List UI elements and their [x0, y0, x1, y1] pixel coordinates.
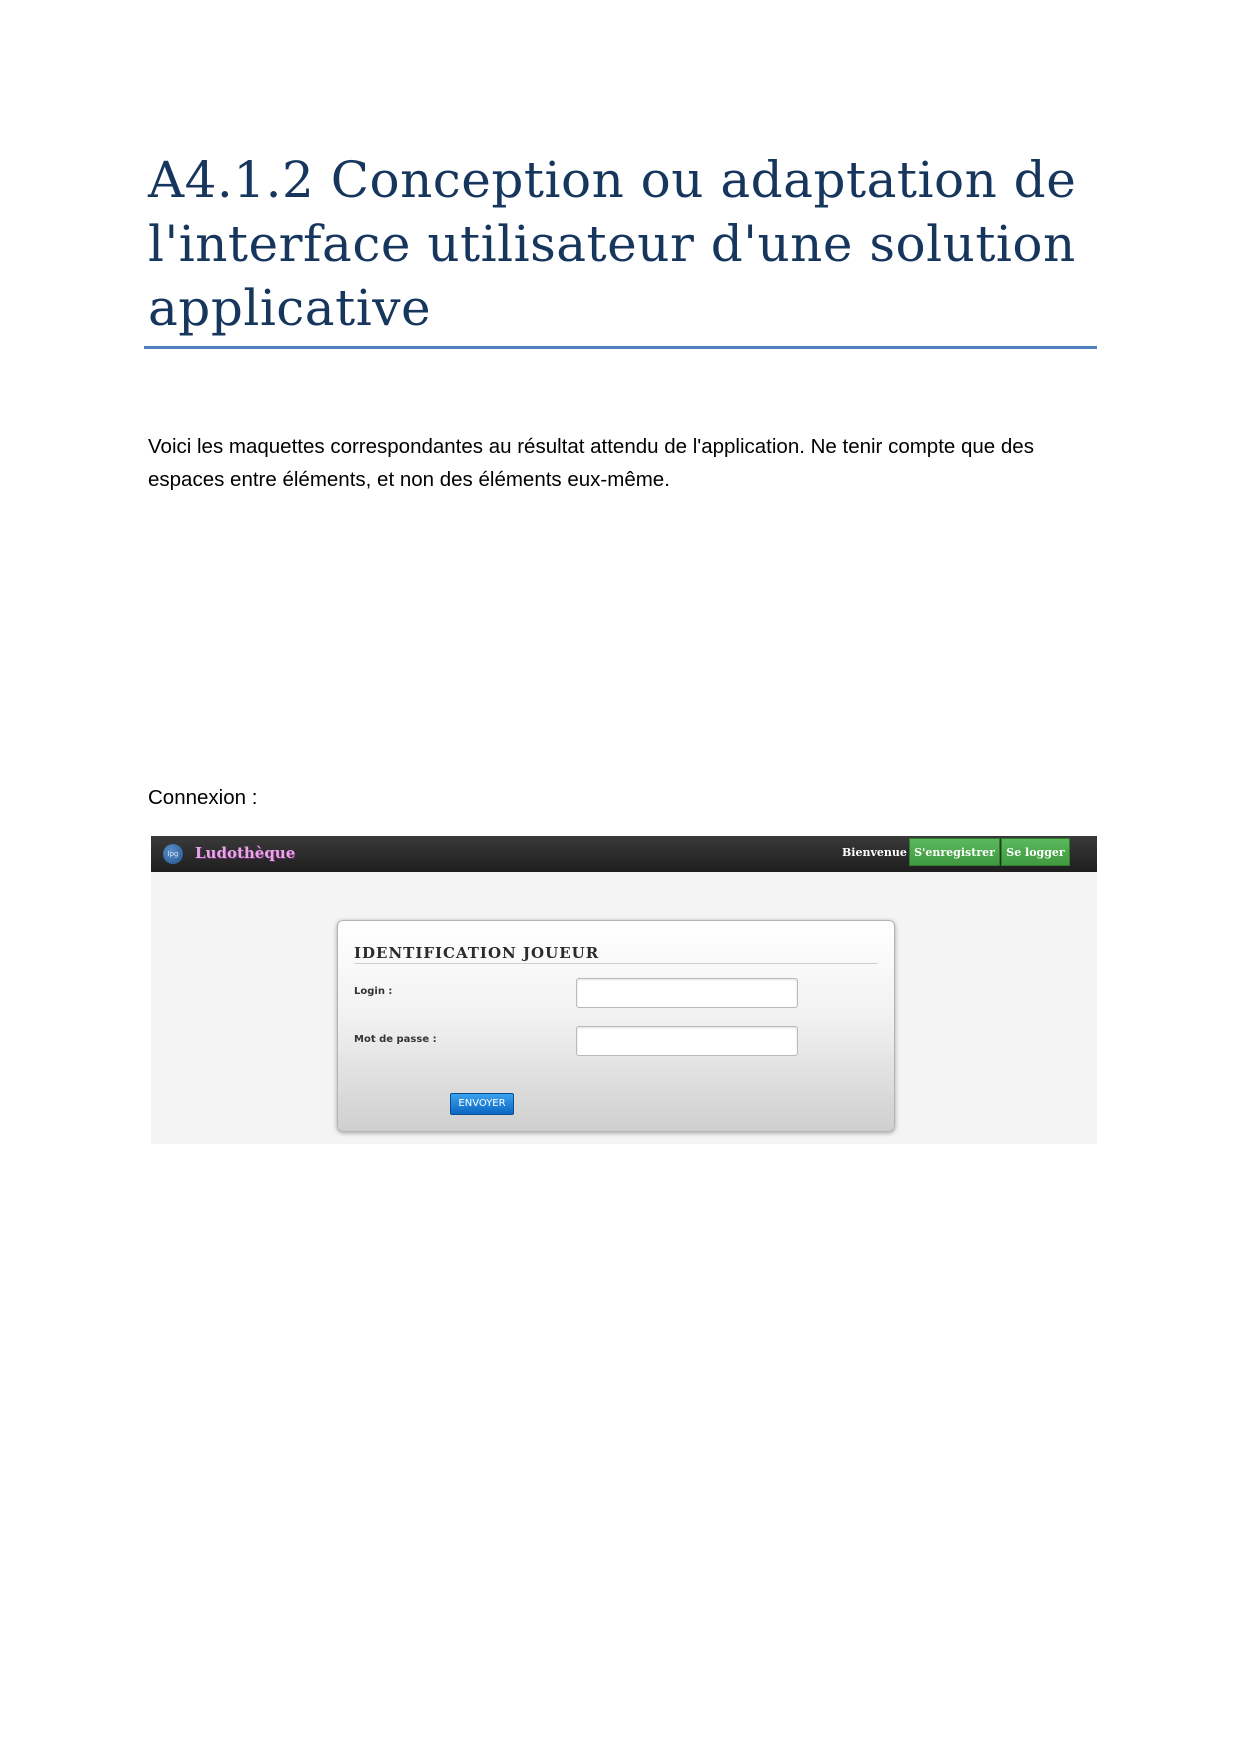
login-mockup-screenshot: Ipg Ludothèque Bienvenue ! S'enregistrer…: [151, 836, 1097, 1144]
login-nav-button[interactable]: Se logger: [1001, 838, 1070, 866]
navbar: Ipg Ludothèque Bienvenue ! S'enregistrer…: [151, 836, 1097, 872]
title-divider: [144, 346, 1097, 349]
form-title: IDENTIFICATION JOUEUR: [354, 944, 600, 962]
form-title-divider: [354, 963, 878, 964]
register-button[interactable]: S'enregistrer: [909, 838, 1000, 866]
logo-icon[interactable]: Ipg: [163, 844, 183, 864]
login-form-card: IDENTIFICATION JOUEUR Login : Mot de pas…: [337, 920, 895, 1132]
login-input[interactable]: [576, 978, 798, 1008]
intro-paragraph: Voici les maquettes correspondantes au r…: [148, 435, 1034, 491]
welcome-text: Bienvenue !: [842, 846, 916, 859]
password-label: Mot de passe :: [354, 1034, 437, 1045]
section-label-connexion: Connexion :: [148, 786, 258, 809]
password-input[interactable]: [576, 1026, 798, 1056]
document-title: A4.1.2 Conception ou adaptation de l'int…: [148, 151, 1077, 337]
brand-name[interactable]: Ludothèque: [195, 843, 295, 863]
login-label: Login :: [354, 986, 393, 997]
submit-button[interactable]: ENVOYER: [450, 1093, 514, 1115]
